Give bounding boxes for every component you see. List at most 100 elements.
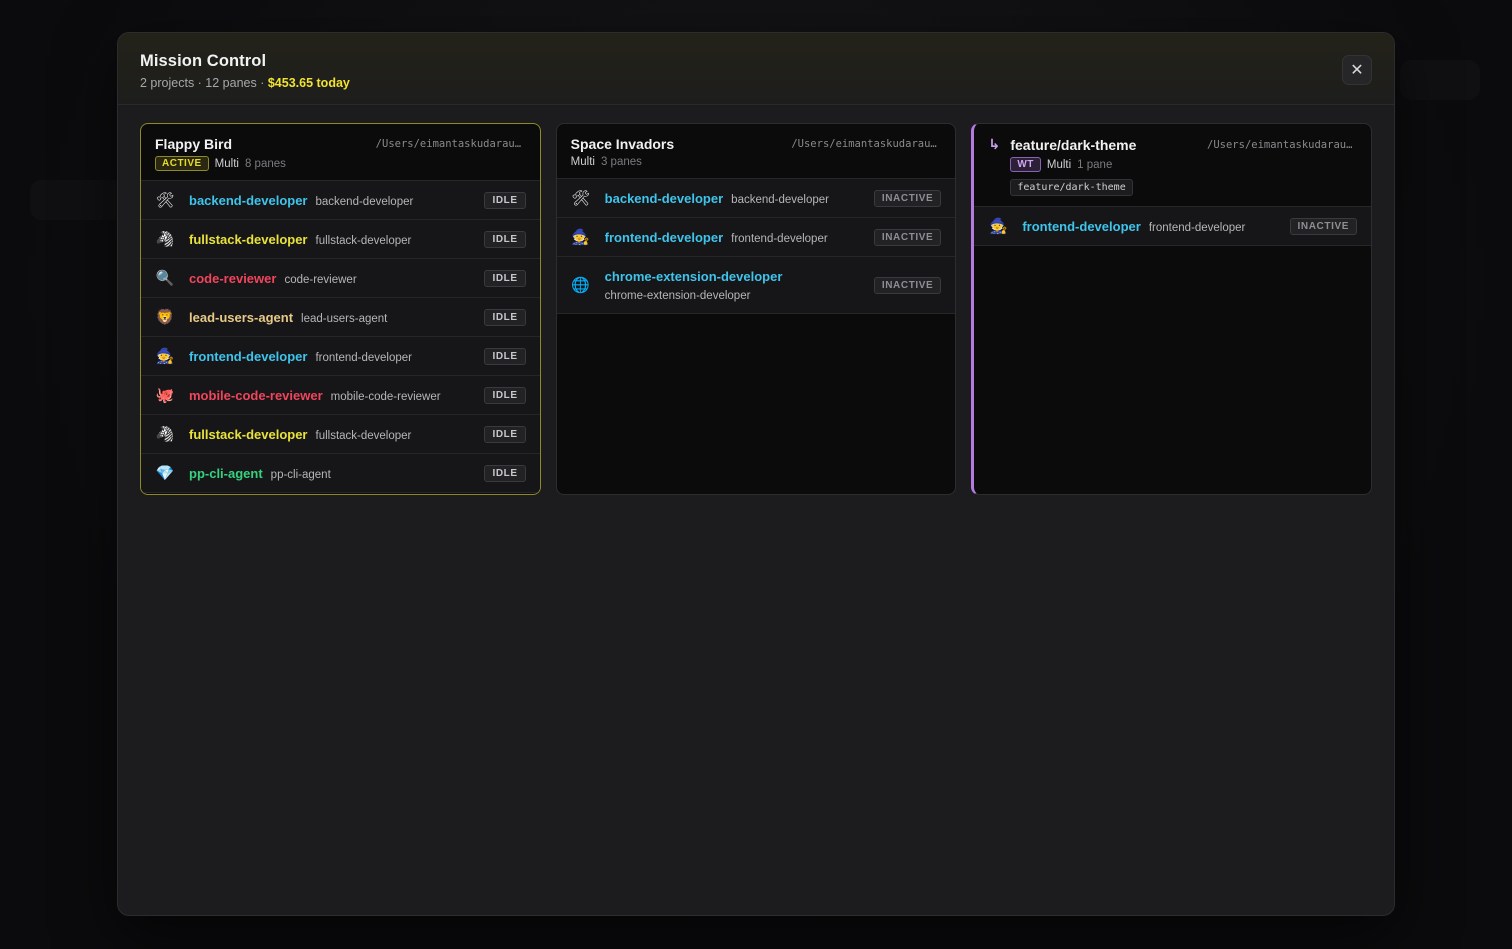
- hammer-wrench-icon: 🛠: [155, 192, 175, 209]
- pane-role: code-reviewer: [284, 273, 357, 286]
- pane-role: lead-users-agent: [301, 312, 388, 325]
- pane-labels: lead-users-agent lead-users-agent: [189, 310, 484, 325]
- pane-labels: backend-developer backend-developer: [605, 191, 874, 206]
- project-card-feature-dark-theme[interactable]: ↳ feature/dark-theme /Users/eimantaskuda…: [971, 123, 1373, 495]
- project-header: ↳ feature/dark-theme /Users/eimantaskuda…: [974, 124, 1372, 207]
- pane-agent-name: frontend-developer: [189, 348, 308, 364]
- project-title: Flappy Bird: [155, 136, 233, 152]
- modal-summary: 2 projects · 12 panes · $453.65 today: [140, 76, 1372, 90]
- project-title: ↳ feature/dark-theme: [988, 136, 1136, 153]
- project-mode: Multi: [570, 156, 595, 168]
- pane-agent-name: frontend-developer: [604, 229, 724, 245]
- project-mode: Multi: [1046, 158, 1072, 171]
- gem-icon: 💎: [155, 465, 175, 482]
- wizard-icon: 🧙: [155, 348, 175, 365]
- pane-role: fullstack-developer: [315, 234, 412, 247]
- pane-row-chrome-extension-developer[interactable]: 🌐 chrome-extension-developer chrome-extens…: [556, 257, 956, 314]
- status-badge: INACTIVE: [873, 189, 942, 207]
- status-badge: IDLE: [484, 191, 526, 209]
- branch-arrow-icon: ↳: [988, 136, 1001, 152]
- pane-agent-name: chrome-extension-developer: [604, 268, 783, 284]
- pane-agent-name: backend-developer: [604, 190, 724, 206]
- project-path: /Users/eimantaskudarauskas: [1207, 138, 1358, 151]
- pane-labels: frontend-developer frontend-developer: [189, 349, 484, 364]
- pane-labels: code-reviewer code-reviewer: [189, 271, 484, 286]
- project-card-flappy-bird[interactable]: Flappy Bird /Users/eimantaskudarauskas A…: [140, 123, 541, 495]
- pane-role: backend-developer: [315, 195, 414, 208]
- status-badge: IDLE: [484, 230, 526, 248]
- pane-row-frontend-developer[interactable]: 🧙 frontend-developer frontend-developer INA…: [556, 218, 956, 257]
- pane-row-fullstack-developer[interactable]: 🦓 fullstack-developer fullstack-developer I…: [141, 415, 540, 454]
- worktree-badge: WT: [1010, 157, 1041, 172]
- project-card-space-invadors[interactable]: Space Invadors /Users/eimantaskudarauska…: [555, 123, 957, 495]
- pane-row-mobile-code-reviewer[interactable]: 🐙 mobile-code-reviewer mobile-code-reviewe…: [141, 376, 540, 415]
- pane-labels: frontend-developer frontend-developer: [605, 230, 874, 245]
- status-badge: INACTIVE: [873, 276, 942, 294]
- branch-chip: feature/dark-theme: [1010, 179, 1133, 196]
- pane-row-frontend-developer[interactable]: 🧙 frontend-developer frontend-developer INA…: [974, 207, 1372, 246]
- project-title: Space Invadors: [570, 136, 675, 152]
- project-columns: Flappy Bird /Users/eimantaskudarauskas A…: [140, 123, 1373, 495]
- pane-labels: fullstack-developer fullstack-developer: [189, 427, 484, 442]
- pane-row-backend-developer[interactable]: 🛠 backend-developer backend-developer INACT…: [556, 179, 956, 218]
- octopus-icon: 🐙: [155, 387, 175, 404]
- pane-list: 🛠 backend-developer backend-developer INACT…: [556, 179, 956, 314]
- pane-row-backend-developer[interactable]: 🛠 backend-developer backend-developer IDLE: [141, 181, 540, 220]
- modal-title: Mission Control: [140, 52, 267, 70]
- status-badge: IDLE: [484, 308, 526, 326]
- cost-today: $453.65 today: [267, 76, 350, 90]
- pane-role: backend-developer: [731, 193, 829, 206]
- modal-header: Mission Control 2 projects · 12 panes · …: [118, 33, 1394, 105]
- pane-agent-name: pp-cli-agent: [189, 465, 263, 481]
- zebra-icon: 🦓: [155, 426, 175, 443]
- pane-role: fullstack-developer: [315, 429, 412, 442]
- worktree-name: feature/dark-theme: [1010, 136, 1137, 153]
- project-mode: Multi: [214, 157, 239, 170]
- pane-list: 🛠 backend-developer backend-developer IDLE 🦓…: [141, 181, 540, 493]
- magnifier-icon: 🔍: [155, 270, 175, 287]
- pane-labels: frontend-developer frontend-developer: [1022, 219, 1289, 234]
- pane-row-fullstack-developer[interactable]: 🦓 fullstack-developer fullstack-developer I…: [141, 220, 540, 259]
- status-badge: INACTIVE: [1289, 217, 1358, 235]
- pane-agent-name: mobile-code-reviewer: [189, 387, 323, 403]
- close-icon: ✕: [1350, 62, 1364, 79]
- pane-labels: chrome-extension-developer chrome-extensi…: [605, 269, 874, 302]
- project-header: Space Invadors /Users/eimantaskudarauska…: [556, 124, 956, 179]
- hammer-wrench-icon: 🛠: [571, 190, 591, 207]
- pane-role: mobile-code-reviewer: [330, 390, 441, 403]
- pane-agent-name: frontend-developer: [1022, 218, 1141, 234]
- pane-row-frontend-developer[interactable]: 🧙 frontend-developer frontend-developer IDL…: [141, 337, 540, 376]
- close-button[interactable]: ✕: [1342, 55, 1372, 85]
- pane-role: frontend-developer: [731, 232, 828, 245]
- mission-control-modal: Mission Control 2 projects · 12 panes · …: [117, 32, 1395, 916]
- pane-agent-name: backend-developer: [189, 192, 308, 208]
- pane-labels: mobile-code-reviewer mobile-code-reviewer: [189, 388, 484, 403]
- wizard-icon: 🧙: [989, 218, 1008, 235]
- wizard-icon: 🧙: [571, 229, 591, 246]
- project-header: Flappy Bird /Users/eimantaskudarauskas A…: [141, 124, 540, 181]
- status-badge: IDLE: [484, 269, 526, 287]
- globe-icon: 🌐: [571, 277, 591, 294]
- lion-icon: 🦁: [155, 309, 175, 326]
- pane-row-lead-users-agent[interactable]: 🦁 lead-users-agent lead-users-agent IDLE: [141, 298, 540, 337]
- pane-agent-name: fullstack-developer: [189, 426, 308, 442]
- pane-row-code-reviewer[interactable]: 🔍 code-reviewer code-reviewer IDLE: [141, 259, 540, 298]
- pane-role: frontend-developer: [1148, 221, 1246, 234]
- pane-agent-name: lead-users-agent: [189, 309, 294, 325]
- pane-row-pp-cli-agent[interactable]: 💎 pp-cli-agent pp-cli-agent IDLE: [141, 454, 540, 493]
- pane-count: 8 panes: [244, 157, 286, 170]
- pane-count: 1 pane: [1077, 158, 1113, 171]
- summary-text: 2 projects · 12 panes ·: [140, 76, 268, 90]
- pane-labels: fullstack-developer fullstack-developer: [189, 232, 484, 247]
- pane-labels: backend-developer backend-developer: [189, 193, 484, 208]
- active-badge: ACTIVE: [155, 156, 209, 171]
- pane-labels: pp-cli-agent pp-cli-agent: [189, 466, 484, 481]
- status-badge: IDLE: [484, 386, 526, 404]
- status-badge: INACTIVE: [873, 228, 942, 246]
- zebra-icon: 🦓: [155, 231, 175, 248]
- status-badge: IDLE: [484, 464, 526, 482]
- status-badge: IDLE: [484, 425, 526, 443]
- pane-agent-name: code-reviewer: [189, 270, 277, 286]
- status-badge: IDLE: [484, 347, 526, 365]
- project-path: /Users/eimantaskudarauskas: [791, 138, 942, 150]
